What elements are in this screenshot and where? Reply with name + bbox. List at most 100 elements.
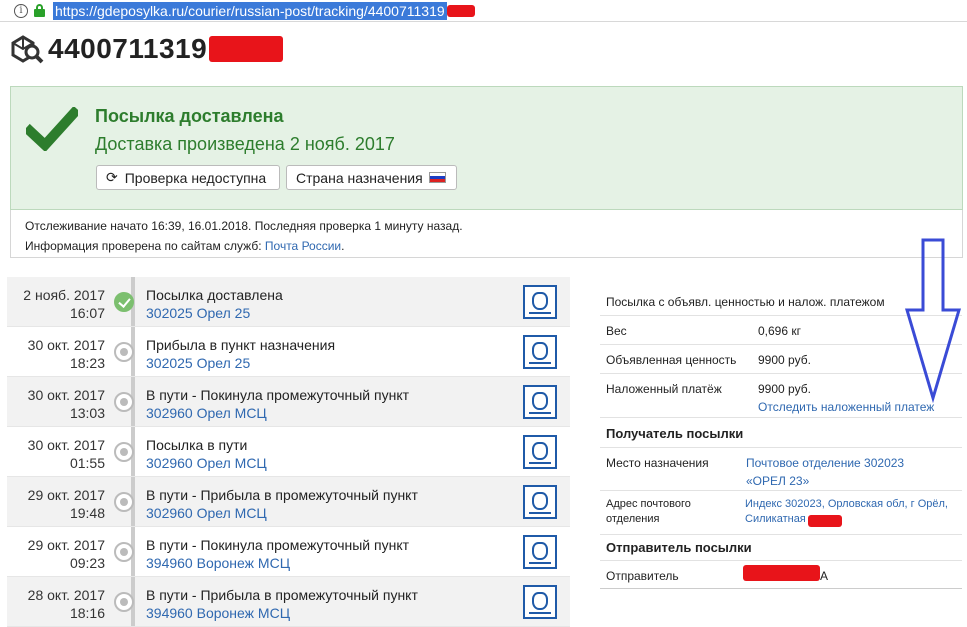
weight-value: 0,696 кг	[758, 324, 801, 338]
timeline-dot-icon	[114, 542, 134, 562]
redaction-mark	[446, 4, 475, 17]
event-row: 30 окт. 2017 01:55 Посылка в пути 302960 Ор…	[7, 427, 570, 477]
event-location-link[interactable]: 302025 Орел 25	[146, 354, 250, 372]
event-datetime: 29 окт. 2017 19:48	[7, 486, 105, 522]
timeline-dot-icon	[114, 592, 134, 612]
recipient-header-row: Получатель посылки	[600, 418, 962, 448]
address-label-line1: Адрес почтового	[606, 498, 691, 510]
event-timeline: 2 нояб. 2017 16:07 Посылка доставлена 30202…	[7, 277, 570, 627]
destination-country-label: Страна назначения	[296, 169, 423, 186]
event-title: Посылка в пути	[146, 437, 248, 453]
status-panel: Посылка доставлена Доставка произведена …	[10, 86, 963, 210]
event-location-link[interactable]: 302960 Орел МСЦ	[146, 504, 267, 522]
russia-flag-icon	[428, 172, 446, 183]
event-location-link[interactable]: 302025 Орел 25	[146, 304, 250, 322]
event-time: 16:07	[69, 305, 105, 321]
event-row: 2 нояб. 2017 16:07 Посылка доставлена 30202…	[7, 277, 570, 327]
cod-value: 9900 руб.	[758, 382, 811, 396]
declared-value: 9900 руб.	[758, 353, 811, 367]
event-row: 28 окт. 2017 18:16 В пути - Прибыла в пром…	[7, 577, 570, 627]
redaction-mark	[743, 565, 820, 581]
redaction-mark	[209, 36, 284, 62]
event-time: 13:03	[69, 405, 105, 421]
address-bar[interactable]: i https://gdeposylka.ru/courier/russian-…	[0, 0, 967, 22]
refresh-icon: ⟳	[106, 169, 118, 186]
checkmark-icon	[26, 107, 78, 151]
declared-value-label: Объявленная ценность	[606, 353, 737, 367]
destination-office-name-link[interactable]: «ОРЕЛ 23»	[746, 474, 809, 488]
russian-post-emblem-icon[interactable]	[523, 335, 557, 369]
destination-country-button[interactable]: Страна назначения	[286, 165, 457, 190]
event-title: Посылка доставлена	[146, 287, 283, 303]
page-header: 4400711319	[10, 33, 284, 65]
sender-value: А	[820, 569, 829, 583]
info-icon[interactable]: i	[14, 3, 28, 18]
redaction-mark	[808, 515, 842, 527]
destination-row: Место назначения Почтовое отделение 3020…	[600, 448, 962, 491]
refresh-button-label: Проверка недоступна	[124, 169, 267, 186]
refresh-button[interactable]: ⟳ Проверка недоступна	[96, 165, 280, 190]
checked-sources: Информация проверена по сайтам служб: По…	[25, 236, 948, 256]
status-title: Посылка доставлена	[95, 106, 284, 126]
event-time: 01:55	[69, 455, 105, 471]
russian-post-emblem-icon[interactable]	[523, 285, 557, 319]
timeline-dot-icon	[114, 442, 134, 462]
sender-header: Отправитель посылки	[606, 540, 752, 555]
sender-row: Отправитель А	[600, 561, 962, 589]
cod-label: Наложенный платёж	[606, 382, 722, 396]
destination-label: Место назначения	[606, 456, 709, 470]
address-label-line2: отделения	[606, 513, 660, 525]
lock-icon[interactable]	[34, 4, 45, 17]
event-date: 29 окт. 2017	[27, 487, 105, 503]
tracking-number: 4400711319	[48, 33, 208, 64]
event-datetime: 2 нояб. 2017 16:07	[7, 286, 105, 322]
event-row: 29 окт. 2017 19:48 В пути - Прибыла в пром…	[7, 477, 570, 527]
event-row: 30 окт. 2017 13:03 В пути - Покинула проме…	[7, 377, 570, 427]
event-datetime: 30 окт. 2017 18:23	[7, 336, 105, 372]
event-row: 30 окт. 2017 18:23 Прибыла в пункт назначе…	[7, 327, 570, 377]
sender-label: Отправитель	[606, 569, 679, 583]
russian-post-emblem-icon[interactable]	[523, 535, 557, 569]
event-location-link[interactable]: 394960 Воронеж МСЦ	[146, 554, 290, 572]
event-row: 29 окт. 2017 09:23 В пути - Покинула проме…	[7, 527, 570, 577]
tracking-info: Отслеживание начато 16:39, 16.01.2018. П…	[10, 210, 963, 258]
event-date: 2 нояб. 2017	[23, 287, 105, 303]
event-date: 30 окт. 2017	[27, 337, 105, 353]
event-location-link[interactable]: 302960 Орел МСЦ	[146, 454, 267, 472]
checked-sources-period: .	[341, 239, 345, 253]
timeline-dot-icon	[114, 492, 134, 512]
weight-label: Вес	[606, 324, 627, 338]
russian-post-link[interactable]: Почта России	[265, 239, 341, 253]
russian-post-emblem-icon[interactable]	[523, 435, 557, 469]
event-datetime: 30 окт. 2017 13:03	[7, 386, 105, 422]
event-location-link[interactable]: 394960 Воронеж МСЦ	[146, 604, 290, 622]
address-row: Адрес почтового отделения Индекс 302023,…	[600, 491, 962, 535]
event-title: В пути - Покинула промежуточный пункт	[146, 387, 410, 403]
event-date: 28 окт. 2017	[27, 587, 105, 603]
sender-header-row: Отправитель посылки	[600, 535, 962, 561]
logo-icon	[11, 35, 44, 64]
checked-sources-label: Информация проверена по сайтам служб:	[25, 239, 262, 253]
event-date: 30 окт. 2017	[27, 387, 105, 403]
event-title: В пути - Прибыла в промежуточный пункт	[146, 587, 418, 603]
event-location-link[interactable]: 302960 Орел МСЦ	[146, 404, 267, 422]
event-time: 19:48	[69, 505, 105, 521]
russian-post-emblem-icon[interactable]	[523, 585, 557, 619]
event-title: В пути - Покинула промежуточный пункт	[146, 537, 410, 553]
destination-office-link[interactable]: Почтовое отделение 302023	[746, 456, 904, 470]
event-datetime: 30 окт. 2017 01:55	[7, 436, 105, 472]
russian-post-emblem-icon[interactable]	[523, 485, 557, 519]
delivery-date: Доставка произведена 2 нояб. 2017	[95, 134, 395, 154]
address-link-line2[interactable]: Силикатная	[745, 513, 806, 525]
parcel-type: Посылка с объявл. ценностью и налож. пла…	[606, 295, 885, 309]
timeline-dot-icon	[114, 342, 134, 362]
event-datetime: 29 окт. 2017 09:23	[7, 536, 105, 572]
delivered-check-icon	[114, 292, 134, 312]
annotation-arrow-icon	[905, 238, 962, 404]
event-time: 18:23	[69, 355, 105, 371]
event-time: 09:23	[69, 555, 105, 571]
event-title: Прибыла в пункт назначения	[146, 337, 336, 353]
url-text[interactable]: https://gdeposylka.ru/courier/russian-po…	[53, 1, 447, 20]
address-link-line1[interactable]: Индекс 302023, Орловская обл, г Орёл,	[745, 498, 948, 510]
russian-post-emblem-icon[interactable]	[523, 385, 557, 419]
